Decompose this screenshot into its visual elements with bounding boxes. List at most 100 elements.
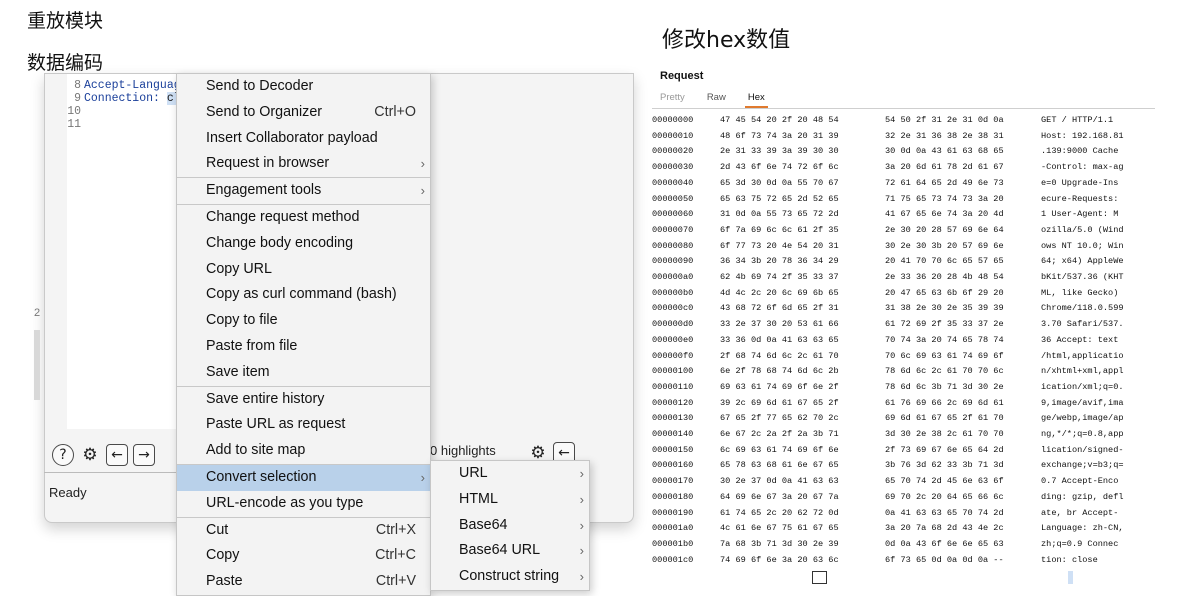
hex-bytes[interactable]: 33 36 0d 0a 41 63 63 65 <box>720 333 839 348</box>
hex-bytes[interactable]: 32 2e 31 36 38 2e 38 31 <box>885 129 1004 144</box>
hex-bytes[interactable]: 7a 68 3b 71 3d 30 2e 39 <box>720 537 839 552</box>
submenu-item[interactable]: HTML › <box>431 487 589 513</box>
menu-item[interactable]: Paste from file <box>177 334 430 360</box>
menu-item[interactable]: Change body encoding <box>177 231 430 257</box>
hex-bytes[interactable]: 36 34 3b 20 78 36 34 29 <box>720 254 839 269</box>
hex-table[interactable]: 00000000 47 45 54 20 2f 20 48 54 54 50 2f … <box>652 108 1155 576</box>
hex-bytes[interactable]: 65 70 74 2d 45 6e 63 6f <box>885 474 1004 489</box>
menu-item[interactable]: Send to Organizer Ctrl+O <box>177 100 430 126</box>
hex-bytes[interactable]: 2e 33 36 20 28 4b 48 54 <box>885 270 1004 285</box>
hex-ascii[interactable]: ate, br Accept- <box>1041 506 1118 521</box>
hex-bytes[interactable]: 78 6d 6c 2c 61 70 70 6c <box>885 364 1004 379</box>
hex-bytes[interactable]: 6e 2f 78 68 74 6d 6c 2b <box>720 364 839 379</box>
hex-ascii[interactable]: ge/webp,image/ap <box>1041 411 1124 426</box>
hex-ascii[interactable]: ng,*/*;q=0.8,app <box>1041 427 1124 442</box>
hex-bytes[interactable]: 30 0d 0a 43 61 63 68 65 <box>885 144 1004 159</box>
submenu-item[interactable]: Construct string › <box>431 564 589 590</box>
hex-bytes[interactable]: 61 72 69 2f 35 33 37 2e <box>885 317 1004 332</box>
hex-ascii[interactable]: exchange;v=b3;q= <box>1041 458 1124 473</box>
hex-ascii[interactable]: ozilla/5.0 (Wind <box>1041 223 1124 238</box>
hex-bytes[interactable]: 41 67 65 6e 74 3a 20 4d <box>885 207 1004 222</box>
tab-raw[interactable]: Raw <box>707 92 726 108</box>
hex-ascii[interactable]: ding: gzip, defl <box>1041 490 1124 505</box>
hex-bytes[interactable]: 43 68 72 6f 6d 65 2f 31 <box>720 301 839 316</box>
hex-bytes[interactable]: 2f 73 69 67 6e 65 64 2d <box>885 443 1004 458</box>
hex-bytes[interactable]: 67 65 2f 77 65 62 70 2c <box>720 411 839 426</box>
hex-bytes[interactable]: 65 78 63 68 61 6e 67 65 <box>720 458 839 473</box>
submenu-item[interactable]: Base64 URL › <box>431 538 589 564</box>
hex-bytes[interactable]: 31 0d 0a 55 73 65 72 2d <box>720 207 839 222</box>
hex-bytes[interactable]: 62 4b 69 74 2f 35 33 37 <box>720 270 839 285</box>
hex-bytes[interactable]: 2e 31 33 39 3a 39 30 30 <box>720 144 839 159</box>
hex-bytes[interactable]: 6f 73 65 0d 0a 0d 0a -- <box>885 553 1004 568</box>
hex-bytes[interactable]: 47 45 54 20 2f 20 48 54 <box>720 113 839 128</box>
hex-ascii[interactable]: ication/xml;q=0. <box>1041 380 1124 395</box>
hex-bytes[interactable]: 20 47 65 63 6b 6f 29 20 <box>885 286 1004 301</box>
scrollbar[interactable] <box>34 330 40 400</box>
menu-item[interactable]: Save entire history <box>177 387 430 413</box>
menu-item[interactable]: Paste Ctrl+V <box>177 569 430 595</box>
gear-icon[interactable]: ⚙ <box>79 444 101 466</box>
menu-item[interactable]: Change request method <box>177 205 430 231</box>
menu-item[interactable]: Convert selection › <box>177 464 430 491</box>
hex-bytes[interactable]: 69 63 61 74 69 6f 6e 2f <box>720 380 839 395</box>
hex-bytes[interactable]: 69 6d 61 67 65 2f 61 70 <box>885 411 1004 426</box>
hex-ascii[interactable]: GET / HTTP/1.1 <box>1041 113 1113 128</box>
hex-bytes[interactable]: 0d 0a 43 6f 6e 6e 65 63 <box>885 537 1004 552</box>
selected-byte-cell[interactable] <box>812 571 827 584</box>
hex-bytes[interactable]: 2f 68 74 6d 6c 2c 61 70 <box>720 349 839 364</box>
menu-item[interactable]: Save item <box>177 360 430 386</box>
hex-bytes[interactable]: 20 41 70 70 6c 65 57 65 <box>885 254 1004 269</box>
menu-item[interactable]: Copy Ctrl+C <box>177 543 430 569</box>
hex-bytes[interactable]: 31 38 2e 30 2e 35 39 39 <box>885 301 1004 316</box>
tab-pretty[interactable]: Pretty <box>660 92 685 108</box>
hex-bytes[interactable]: 6f 77 73 20 4e 54 20 31 <box>720 239 839 254</box>
hex-bytes[interactable]: 71 75 65 73 74 73 3a 20 <box>885 192 1004 207</box>
arrow-left-icon[interactable]: ← <box>106 444 128 466</box>
hex-bytes[interactable]: 33 2e 37 30 20 53 61 66 <box>720 317 839 332</box>
hex-ascii[interactable]: 64; x64) AppleWe <box>1041 254 1124 269</box>
hex-ascii[interactable]: tion: close <box>1041 553 1098 568</box>
hex-ascii[interactable]: bKit/537.36 (KHT <box>1041 270 1124 285</box>
hex-bytes[interactable]: 2e 30 20 28 57 69 6e 64 <box>885 223 1004 238</box>
hex-ascii[interactable]: ows NT 10.0; Win <box>1041 239 1124 254</box>
arrow-right-icon[interactable]: → <box>133 444 155 466</box>
hex-bytes[interactable]: 54 50 2f 31 2e 31 0d 0a <box>885 113 1004 128</box>
hex-bytes[interactable]: 72 61 64 65 2d 49 6e 73 <box>885 176 1004 191</box>
menu-item[interactable]: URL-encode as you type <box>177 491 430 517</box>
hex-ascii[interactable]: .139:9000 Cache <box>1041 144 1118 159</box>
tab-hex[interactable]: Hex <box>744 92 768 108</box>
menu-item[interactable]: Copy URL <box>177 257 430 283</box>
menu-item[interactable]: Copy to file <box>177 308 430 334</box>
hex-bytes[interactable]: 6c 69 63 61 74 69 6f 6e <box>720 443 839 458</box>
hex-bytes[interactable]: 6f 7a 69 6c 6c 61 2f 35 <box>720 223 839 238</box>
help-circle-icon[interactable]: ? <box>52 444 74 466</box>
hex-bytes[interactable]: 65 63 75 72 65 2d 52 65 <box>720 192 839 207</box>
hex-bytes[interactable]: 30 2e 30 3b 20 57 69 6e <box>885 239 1004 254</box>
hex-bytes[interactable]: 3d 30 2e 38 2c 61 70 70 <box>885 427 1004 442</box>
hex-bytes[interactable]: 6e 67 2c 2a 2f 2a 3b 71 <box>720 427 839 442</box>
menu-item[interactable]: Copy as curl command (bash) <box>177 282 430 308</box>
hex-bytes[interactable]: 64 69 6e 67 3a 20 67 7a <box>720 490 839 505</box>
hex-ascii[interactable]: n/xhtml+xml,appl <box>1041 364 1124 379</box>
hex-bytes[interactable]: 0a 41 63 63 65 70 74 2d <box>885 506 1004 521</box>
hex-bytes[interactable]: 78 6d 6c 3b 71 3d 30 2e <box>885 380 1004 395</box>
hex-bytes[interactable]: 3a 20 6d 61 78 2d 61 67 <box>885 160 1004 175</box>
hex-ascii[interactable]: 9,image/avif,ima <box>1041 396 1124 411</box>
hex-ascii[interactable]: lication/signed- <box>1041 443 1124 458</box>
hex-bytes[interactable]: 39 2c 69 6d 61 67 65 2f <box>720 396 839 411</box>
hex-bytes[interactable]: 65 3d 30 0d 0a 55 70 67 <box>720 176 839 191</box>
hex-ascii[interactable]: ecure-Requests: <box>1041 192 1118 207</box>
hex-bytes[interactable]: 74 69 6f 6e 3a 20 63 6c <box>720 553 839 568</box>
hex-ascii[interactable]: /html,applicatio <box>1041 349 1124 364</box>
hex-ascii[interactable]: Host: 192.168.81 <box>1041 129 1124 144</box>
hex-ascii[interactable]: -Control: max-ag <box>1041 160 1124 175</box>
hex-ascii[interactable]: Chrome/118.0.599 <box>1041 301 1124 316</box>
hex-bytes[interactable]: 69 70 2c 20 64 65 66 6c <box>885 490 1004 505</box>
menu-item[interactable]: Send to Decoder <box>177 74 430 100</box>
menu-item[interactable]: Request in browser › <box>177 151 430 177</box>
hex-ascii[interactable]: 36 Accept: text <box>1041 333 1118 348</box>
hex-ascii[interactable]: ML, like Gecko) <box>1041 286 1118 301</box>
hex-bytes[interactable]: 61 76 69 66 2c 69 6d 61 <box>885 396 1004 411</box>
hex-ascii[interactable]: 1 User-Agent: M <box>1041 207 1118 222</box>
